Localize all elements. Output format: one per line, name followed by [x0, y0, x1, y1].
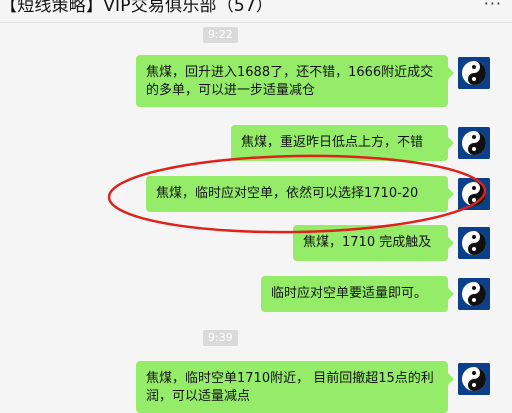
avatar[interactable]	[458, 227, 490, 259]
message-bubble[interactable]: 临时应对空单要适量即可。	[261, 276, 454, 312]
yin-yang-icon	[458, 227, 490, 259]
message-bubble[interactable]: 焦煤，临时应对空单，依然可以选择1710-20	[146, 176, 454, 212]
yin-yang-icon	[458, 178, 490, 210]
message-bubble[interactable]: 焦煤，重返昨日低点上方，不错	[231, 125, 454, 161]
yin-yang-icon	[458, 57, 490, 89]
avatar[interactable]	[458, 127, 490, 159]
timestamp: 9:22	[203, 27, 238, 43]
avatar[interactable]	[458, 278, 490, 310]
yin-yang-icon	[458, 363, 490, 395]
message-bubble[interactable]: 焦煤，回升进入1688了，还不错，1666附近成交的多单，可以进一步适量减仓	[136, 55, 454, 107]
yin-yang-icon	[458, 278, 490, 310]
timestamp: 9:39	[203, 330, 238, 346]
avatar[interactable]	[458, 178, 490, 210]
avatar[interactable]	[458, 363, 490, 395]
chat-title: 【短线策略】VIP交易俱乐部（57）	[0, 0, 274, 16]
chat-title-bar: 【短线策略】VIP交易俱乐部（57） ···	[0, 0, 512, 23]
more-dots-icon[interactable]: ···	[484, 0, 502, 13]
message-bubble[interactable]: 焦煤，临时空单1710附近， 目前回撤超15点的利润，可以适量减点	[136, 361, 454, 413]
message-bubble[interactable]: 焦煤，1710 完成触及	[293, 225, 454, 261]
yin-yang-icon	[458, 127, 490, 159]
avatar[interactable]	[458, 57, 490, 89]
